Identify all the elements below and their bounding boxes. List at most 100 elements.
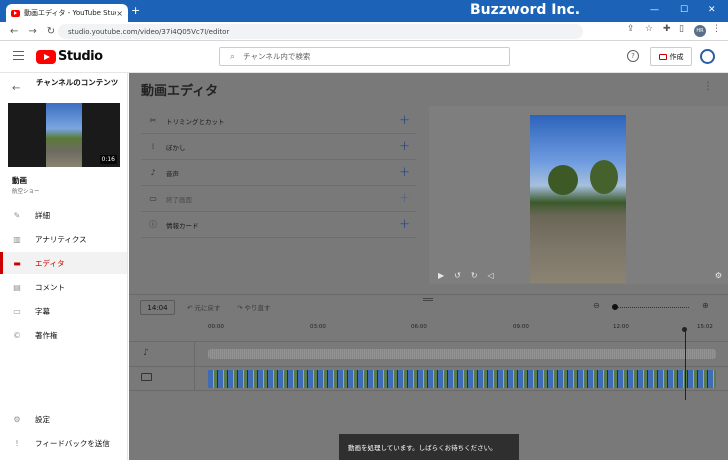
video-filmstrip[interactable] (208, 370, 716, 388)
maximize-icon[interactable]: ☐ (680, 3, 688, 17)
settings-gear-icon[interactable]: ⚙ (715, 271, 722, 280)
extensions-icon[interactable]: ✚ (663, 24, 671, 34)
divider (129, 390, 728, 391)
tool-blur[interactable]: ⁞ ぼかし + (141, 134, 416, 160)
info-icon: ⓘ (149, 220, 157, 229)
studio-logo-text[interactable]: Studio (58, 49, 103, 64)
sidebar-item-subtitles[interactable]: ▭ 字幕 (0, 300, 127, 322)
video-frame (530, 115, 626, 283)
back-arrow-icon[interactable]: ← (12, 83, 20, 94)
url-field[interactable]: studio.youtube.com/video/37i4Q05Vc7I/edi… (58, 24, 583, 39)
create-button[interactable]: 作成 (650, 47, 692, 66)
sidebar-item-label: フィードバックを送信 (35, 438, 110, 448)
share-icon[interactable]: ⇪ (627, 24, 635, 34)
audio-waveform[interactable] (208, 349, 716, 359)
tree-shape (590, 160, 618, 194)
sidepanel-icon[interactable]: ▯ (679, 24, 684, 34)
add-icon[interactable]: + (399, 165, 410, 180)
minimize-icon[interactable]: — (650, 3, 659, 17)
reload-icon[interactable]: ↻ (47, 26, 55, 37)
more-options-icon[interactable]: ⋮ (703, 81, 713, 92)
processing-toast: 動画を処理しています。しばらくお待ちください。 (339, 434, 519, 460)
tool-label: 終了画面 (166, 195, 192, 204)
music-icon: ♪ (150, 168, 156, 177)
add-icon[interactable]: + (399, 217, 410, 232)
play-icon[interactable]: ▶ (438, 271, 444, 280)
undo-button[interactable]: ↶ 元に戻す (187, 302, 221, 312)
zoom-out-icon[interactable]: ⊖ (593, 301, 600, 310)
forward-arrow-icon[interactable]: → (28, 26, 36, 37)
timeline-tick: 03:00 (310, 324, 326, 330)
timeline-ruler[interactable]: 00:00 03:00 06:00 09:00 12:00 15:02 (208, 320, 716, 340)
studio-header: Studio ⌕ チャンネル内で検索 ? 作成 (0, 41, 728, 73)
youtube-logo-icon[interactable] (36, 50, 56, 64)
audio-track-icon: ♪ (143, 348, 149, 358)
youtube-favicon-icon (11, 9, 20, 17)
tool-endscreen[interactable]: ▭ 終了画面 + (141, 186, 416, 212)
add-icon[interactable]: + (399, 139, 410, 154)
current-time[interactable]: 14:04 (140, 300, 175, 315)
scissors-icon: ✂ (149, 116, 157, 125)
new-tab-button[interactable]: + (131, 4, 140, 18)
search-icon: ⌕ (230, 51, 236, 62)
track-label-column (129, 341, 195, 391)
volume-icon[interactable]: ◁ (488, 271, 494, 280)
sidebar-item-feedback[interactable]: ! フィードバックを送信 (0, 432, 127, 454)
editor-icon: ▬ (13, 258, 21, 268)
browser-tab[interactable]: 動画エディタ - YouTube Studio × (6, 4, 128, 22)
drag-handle-icon[interactable] (423, 298, 433, 301)
video-preview[interactable]: ▶ ↺ ↻ ◁ ⚙ (429, 106, 728, 284)
zoom-in-icon[interactable]: ⊕ (702, 301, 709, 310)
video-title: 航空ショー (12, 189, 40, 195)
add-icon[interactable]: + (399, 113, 410, 128)
blur-icon: ⁞ (151, 142, 155, 151)
tree-shape (548, 165, 578, 195)
rewind-icon[interactable]: ↺ (454, 271, 461, 280)
sidebar-item-details[interactable]: ✎ 詳細 (0, 204, 127, 226)
channel-avatar[interactable] (700, 49, 715, 64)
back-arrow-icon[interactable]: ← (10, 26, 18, 37)
video-thumbnail[interactable]: 0:16 (8, 103, 120, 167)
pencil-icon: ✎ (13, 210, 21, 220)
tool-trim[interactable]: ✂ トリミングとカット + (141, 108, 416, 134)
sidebar-item-analytics[interactable]: ▥ アナリティクス (0, 228, 127, 250)
tool-info-cards[interactable]: ⓘ 情報カード + (141, 212, 416, 238)
zoom-slider-track[interactable] (614, 307, 689, 308)
sidebar-item-comments[interactable]: ▤ コメント (0, 276, 127, 298)
sidebar-item-editor[interactable]: ▬ エディタ (0, 252, 127, 274)
sidebar-item-label: 詳細 (35, 210, 50, 220)
more-menu-icon[interactable]: ⋮ (712, 24, 721, 34)
thumbnail-image (46, 103, 82, 167)
help-icon[interactable]: ? (627, 50, 639, 62)
gear-icon: ⚙ (13, 414, 21, 424)
analytics-icon: ▥ (13, 234, 21, 244)
sidebar-item-settings[interactable]: ⚙ 設定 (0, 408, 127, 430)
tab-close-icon[interactable]: × (116, 9, 123, 18)
divider (129, 294, 728, 295)
search-input[interactable]: ⌕ チャンネル内で検索 (219, 47, 510, 66)
bookmark-star-icon[interactable]: ☆ (645, 24, 653, 34)
sidebar-item-label: エディタ (35, 258, 65, 268)
video-track-icon (141, 373, 152, 381)
video-label: 動画 (12, 176, 27, 185)
sidebar-item-label: 設定 (35, 414, 50, 424)
editor-tools-list: ✂ トリミングとカット + ⁞ ぼかし + ♪ 音声 + ▭ 終了画面 + ⓘ … (141, 108, 416, 238)
create-label: 作成 (669, 52, 684, 61)
forward-icon[interactable]: ↻ (471, 271, 478, 280)
tool-audio[interactable]: ♪ 音声 + (141, 160, 416, 186)
video-camera-icon (658, 53, 667, 60)
sidebar-item-label: コメント (35, 282, 65, 292)
player-controls: ▶ ↺ ↻ ◁ ⚙ (429, 266, 728, 284)
sidebar-item-label: アナリティクス (35, 234, 87, 244)
sidebar: ← チャンネルのコンテンツ 0:16 動画 航空ショー ✎ 詳細 ▥ アナリティ… (0, 73, 128, 460)
zoom-slider-knob[interactable] (612, 304, 618, 310)
add-icon[interactable]: + (399, 191, 410, 206)
redo-button[interactable]: ↷ やり直す (237, 302, 271, 312)
browser-avatar[interactable]: HR (694, 25, 706, 37)
sidebar-item-copyright[interactable]: © 著作権 (0, 324, 127, 346)
tool-label: 情報カード (166, 221, 199, 230)
playhead[interactable] (685, 329, 686, 400)
close-window-icon[interactable]: ✕ (708, 3, 716, 17)
hamburger-menu-icon[interactable] (13, 51, 24, 60)
feedback-icon: ! (15, 438, 19, 448)
